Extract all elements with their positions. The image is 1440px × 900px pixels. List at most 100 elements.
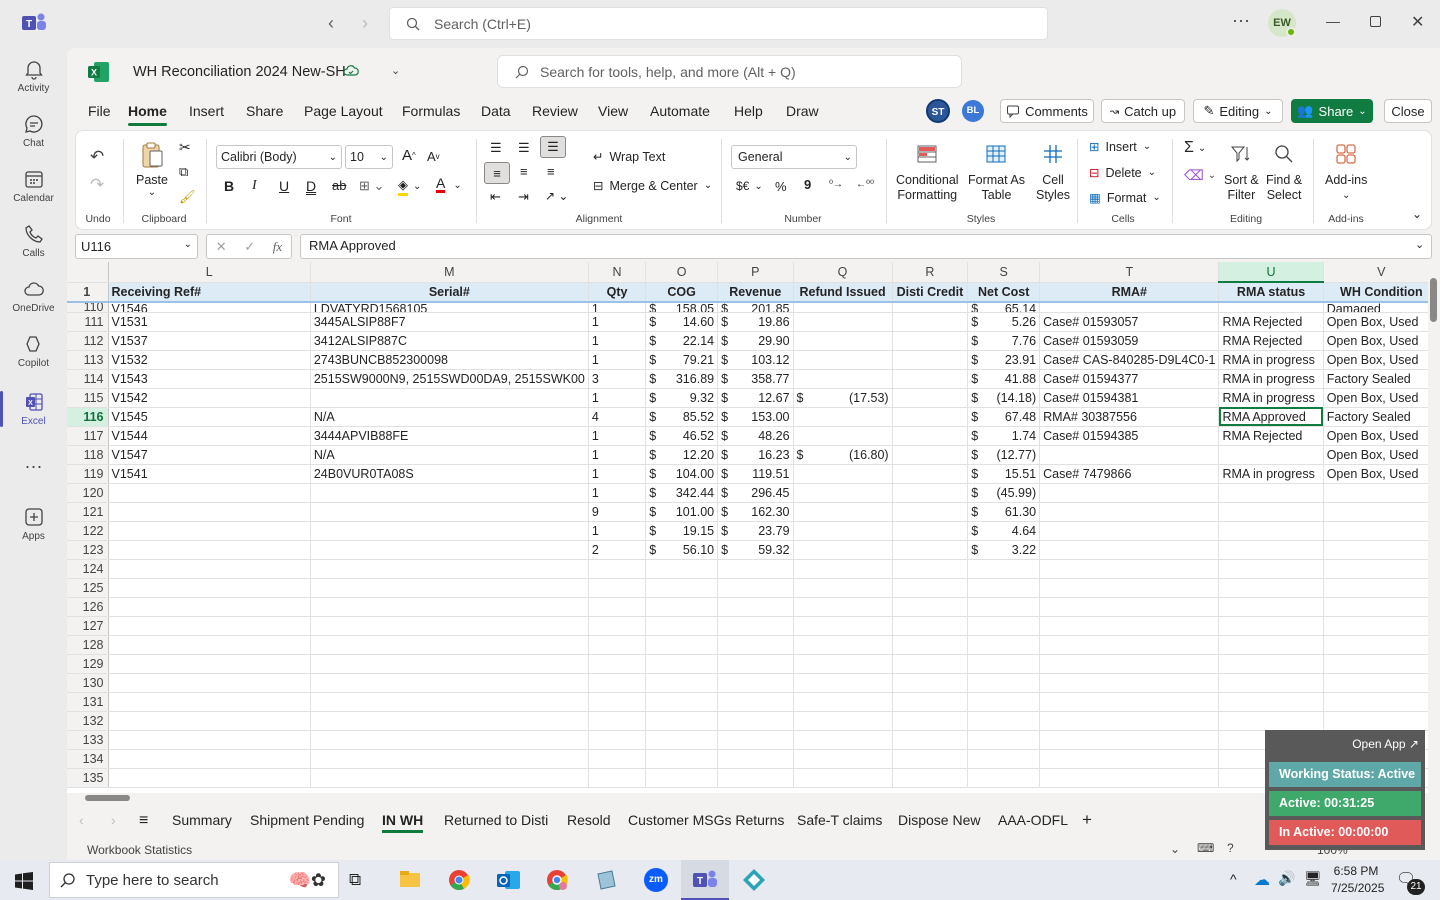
- editing-mode-button[interactable]: ✎ Editing ⌄: [1193, 99, 1283, 123]
- conditional-formatting-button[interactable]: Conditional Formatting: [896, 143, 959, 203]
- cell[interactable]: [310, 730, 589, 750]
- cut-icon[interactable]: ✂: [179, 139, 191, 156]
- rail-copilot[interactable]: Copilot: [0, 323, 67, 379]
- cell[interactable]: [645, 711, 719, 731]
- increase-decimal-icon[interactable]: ⁰→: [829, 179, 843, 190]
- taskbar-search-input[interactable]: Type here to search 🧠✿: [49, 862, 339, 898]
- cell[interactable]: $23.91: [967, 350, 1041, 370]
- cell[interactable]: $342.44: [645, 483, 719, 503]
- number-format-select[interactable]: General ⌄: [731, 145, 857, 169]
- cell[interactable]: [645, 730, 719, 750]
- cell[interactable]: [108, 483, 311, 503]
- horizontal-scroll-thumb[interactable]: [85, 795, 130, 801]
- copy-icon[interactable]: ⧉: [179, 164, 188, 180]
- comma-format-button[interactable]: 9: [804, 177, 811, 192]
- cancel-icon[interactable]: ✕: [216, 239, 227, 255]
- cell[interactable]: $16.23: [717, 445, 794, 465]
- align-right-icon[interactable]: ≡: [547, 164, 555, 179]
- header-cell[interactable]: RMA status: [1218, 282, 1324, 303]
- format-as-table-button[interactable]: Format As Table: [968, 143, 1025, 203]
- cell[interactable]: [717, 711, 794, 731]
- addins-button[interactable]: Add-ins ⌄: [1325, 143, 1367, 203]
- row-header[interactable]: 121: [67, 502, 109, 522]
- cell[interactable]: Open Box, Used: [1323, 331, 1440, 351]
- cell[interactable]: [1323, 635, 1440, 655]
- cell[interactable]: [588, 730, 647, 750]
- horizontal-scrollbar[interactable]: [67, 793, 1440, 803]
- cell[interactable]: [108, 597, 311, 617]
- cell[interactable]: [108, 635, 311, 655]
- cell[interactable]: 2515SW9000N9, 2515SWD00DA9, 2515SWK00: [310, 369, 589, 389]
- workbook-title[interactable]: WH Reconciliation 2024 New-SH: [133, 64, 346, 80]
- help-icon[interactable]: ?: [1227, 841, 1234, 855]
- cell[interactable]: V1547: [108, 445, 311, 465]
- row-header[interactable]: 123: [67, 540, 109, 560]
- cell-styles-button[interactable]: Cell Styles: [1036, 143, 1070, 203]
- cell[interactable]: $ (17.53): [793, 388, 893, 408]
- cell[interactable]: [967, 559, 1041, 579]
- cell[interactable]: [1218, 673, 1324, 693]
- cell[interactable]: Open Box, Used: [1323, 388, 1440, 408]
- teams-search-input[interactable]: Search (Ctrl+E): [389, 7, 1048, 40]
- cell[interactable]: [310, 673, 589, 693]
- wrap-text-button[interactable]: ↵ Wrap Text: [593, 149, 665, 165]
- cell[interactable]: [793, 559, 893, 579]
- format-painter-icon[interactable]: 🖌: [179, 189, 196, 205]
- cell[interactable]: [1039, 730, 1220, 750]
- cell[interactable]: $9.32: [645, 388, 719, 408]
- cell[interactable]: $48.26: [717, 426, 794, 446]
- sheet-tab-aaa-odfl[interactable]: AAA-ODFL: [998, 812, 1068, 828]
- cell[interactable]: [1039, 502, 1220, 522]
- tab-file[interactable]: File: [88, 96, 111, 126]
- cell[interactable]: [1218, 521, 1324, 541]
- cell[interactable]: [892, 369, 969, 389]
- cell[interactable]: V1543: [108, 369, 311, 389]
- cell[interactable]: N/A: [310, 407, 589, 427]
- cell[interactable]: [892, 692, 969, 712]
- cell[interactable]: [310, 521, 589, 541]
- cell[interactable]: [1218, 502, 1324, 522]
- cell[interactable]: [793, 312, 893, 332]
- row-header[interactable]: 124: [67, 559, 109, 579]
- rail-calendar[interactable]: Calendar: [0, 158, 67, 214]
- cell[interactable]: [1323, 654, 1440, 674]
- cell[interactable]: RMA Rejected: [1218, 331, 1324, 351]
- autosave-icon[interactable]: [343, 63, 359, 82]
- chrome-icon[interactable]: [448, 869, 470, 894]
- cell[interactable]: [892, 540, 969, 560]
- cell[interactable]: RMA Rejected: [1218, 312, 1324, 332]
- sheet-tab-safe-t-claims[interactable]: Safe-T claims: [797, 812, 882, 828]
- cell[interactable]: [1323, 578, 1440, 598]
- cell[interactable]: 1: [588, 426, 647, 446]
- cell[interactable]: [645, 578, 719, 598]
- cell[interactable]: [793, 350, 893, 370]
- cell[interactable]: [717, 578, 794, 598]
- file-explorer-icon[interactable]: [399, 869, 421, 892]
- cell[interactable]: 1: [588, 312, 647, 332]
- cell[interactable]: [1039, 540, 1220, 560]
- cell[interactable]: [1218, 616, 1324, 636]
- cell[interactable]: [588, 559, 647, 579]
- cell[interactable]: 9: [588, 502, 647, 522]
- sheet-tab-in-wh[interactable]: IN WH: [382, 812, 424, 833]
- sort-filter-button[interactable]: Sort & Filter: [1224, 143, 1259, 203]
- cell[interactable]: $5.26: [967, 312, 1041, 332]
- sheet-next-icon[interactable]: ›: [111, 812, 116, 828]
- cell[interactable]: [793, 616, 893, 636]
- cell[interactable]: [645, 749, 719, 769]
- close-button[interactable]: Close: [1384, 99, 1432, 123]
- cell[interactable]: 1: [588, 331, 647, 351]
- cell[interactable]: Factory Sealed: [1323, 407, 1440, 427]
- cell[interactable]: [1323, 692, 1440, 712]
- row-header[interactable]: 115: [67, 388, 109, 408]
- cell[interactable]: Case# 01594381: [1039, 388, 1220, 408]
- cell[interactable]: 2743BUNCB852300098: [310, 350, 589, 370]
- tab-draw[interactable]: Draw: [786, 96, 819, 126]
- cell[interactable]: $46.52: [645, 426, 719, 446]
- header-cell[interactable]: Qty: [588, 282, 647, 303]
- cell[interactable]: Factory Sealed: [1323, 369, 1440, 389]
- row-header[interactable]: 134: [67, 749, 109, 769]
- chrome-profile-icon[interactable]: [546, 869, 568, 894]
- cell[interactable]: $79.21: [645, 350, 719, 370]
- cell[interactable]: [793, 502, 893, 522]
